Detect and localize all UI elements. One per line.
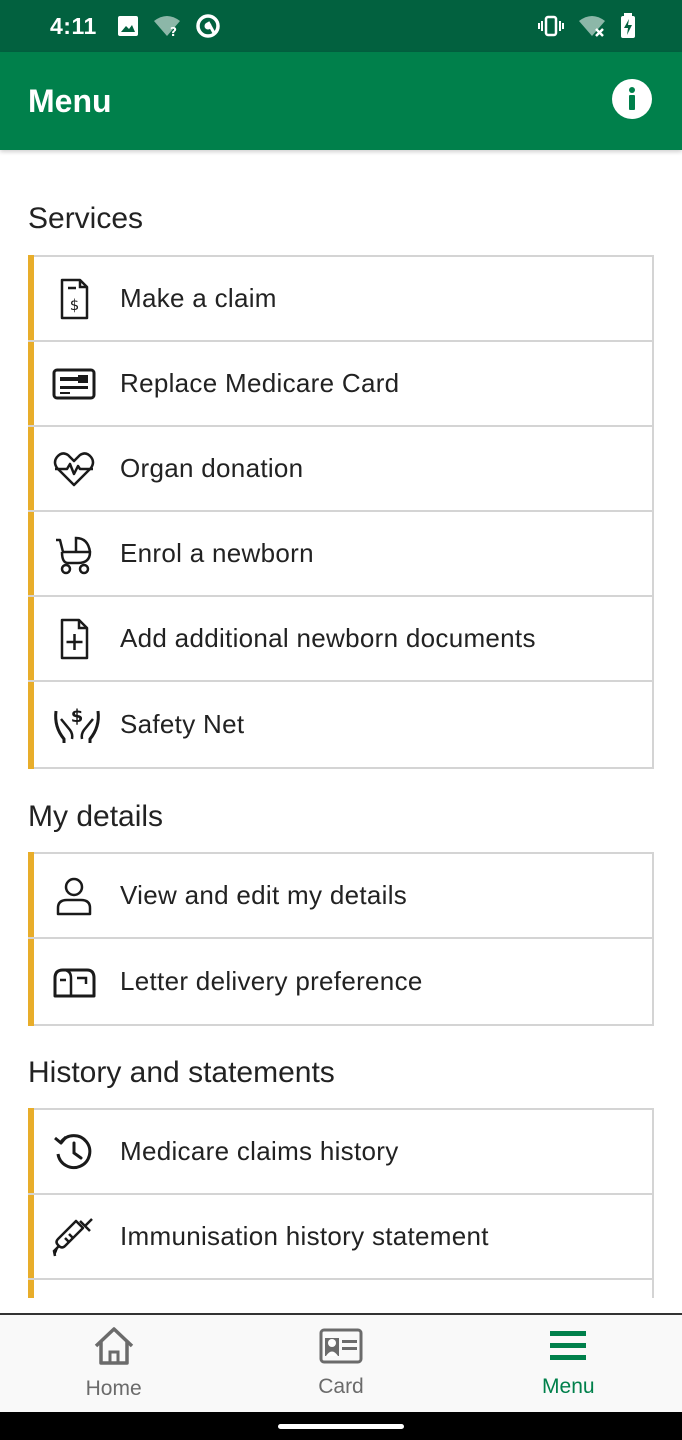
menu-item-organ-donation[interactable]: Organ donation <box>28 427 652 512</box>
menu-item-immunisation-history-statement[interactable]: Immunisation history statement <box>28 1195 652 1280</box>
nav-label-menu: Menu <box>542 1375 595 1398</box>
menu-item-label: Safety Net <box>120 709 245 739</box>
mailbox-icon <box>28 960 120 1004</box>
menu-item-label: Medicare claims history <box>120 1136 399 1166</box>
history-list: Medicare claims history Immunisation his… <box>28 1108 654 1298</box>
menu-item-partial[interactable] <box>28 1280 652 1298</box>
svg-text:$: $ <box>71 706 84 727</box>
menu-item-view-and-edit-my-details[interactable]: View and edit my details <box>28 854 652 939</box>
menu-item-letter-delivery-preference[interactable]: Letter delivery preference <box>28 939 652 1024</box>
status-time: 4:11 <box>50 12 97 39</box>
menu-item-enrol-a-newborn[interactable]: Enrol a newborn <box>28 512 652 597</box>
menu-item-label: View and edit my details <box>120 880 408 910</box>
battery-charging-icon <box>620 13 636 39</box>
system-navigation-bar <box>0 1412 682 1440</box>
status-left-icons: ? <box>117 13 221 39</box>
my-details-list: View and edit my details Letter delivery… <box>28 852 654 1026</box>
menu-item-medicare-claims-history[interactable]: Medicare claims history <box>28 1110 652 1195</box>
image-icon <box>117 15 139 37</box>
wifi-unknown-icon: ? <box>153 14 181 38</box>
person-icon <box>28 874 120 918</box>
menu-item-replace-medicare-card[interactable]: Replace Medicare Card <box>28 342 652 427</box>
vibrate-icon <box>538 15 564 37</box>
svg-text:?: ? <box>170 25 177 38</box>
medicare-card-icon <box>28 362 120 406</box>
hands-dollar-icon: $ <box>28 703 120 747</box>
nav-label-home: Home <box>85 1377 142 1400</box>
status-right-icons <box>538 13 636 39</box>
bottom-navigation: Home Card Menu <box>0 1313 682 1412</box>
svg-text:$: $ <box>70 296 80 314</box>
document-add-icon <box>28 617 120 661</box>
menu-item-label: Replace Medicare Card <box>120 368 400 398</box>
status-bar: 4:11 ? <box>0 0 682 52</box>
menu-item-label: Enrol a newborn <box>120 538 314 568</box>
menu-item-label: Add additional newborn documents <box>120 623 536 653</box>
section-title-history-and-statements: History and statements <box>28 1056 335 1089</box>
menu-item-label: Organ donation <box>120 453 304 483</box>
info-button[interactable] <box>610 78 654 125</box>
id-card-icon <box>319 1328 363 1369</box>
nav-home[interactable]: Home <box>0 1315 227 1412</box>
gesture-handle[interactable] <box>278 1424 404 1429</box>
menu-item-label: Letter delivery preference <box>120 966 423 996</box>
page-title: Menu <box>28 82 112 119</box>
history-icon <box>28 1130 120 1174</box>
syringe-icon <box>28 1215 120 1259</box>
section-title-services: Services <box>28 202 144 235</box>
claim-receipt-icon: $ <box>28 277 120 321</box>
menu-item-label: Immunisation history statement <box>120 1221 489 1251</box>
nav-label-card: Card <box>318 1375 364 1398</box>
menu-item-label: Make a claim <box>120 283 277 313</box>
nav-card[interactable]: Card <box>227 1315 454 1412</box>
menu-item-safety-net[interactable]: $ Safety Net <box>28 682 652 767</box>
services-list: $ Make a claim Replace Medicare Card Org… <box>28 255 654 769</box>
menu-item-add-additional-newborn-documents[interactable]: Add additional newborn documents <box>28 597 652 682</box>
data-saver-icon <box>195 13 221 39</box>
app-bar: Menu <box>0 52 682 150</box>
wifi-off-icon <box>578 14 606 38</box>
nav-menu[interactable]: Menu <box>455 1315 682 1412</box>
home-icon <box>93 1326 135 1371</box>
section-title-my-details: My details <box>28 800 164 833</box>
pram-icon <box>28 532 120 576</box>
menu-item-make-a-claim[interactable]: $ Make a claim <box>28 257 652 342</box>
menu-icon <box>548 1328 588 1369</box>
heart-pulse-icon <box>28 447 120 491</box>
info-icon <box>611 78 653 125</box>
menu-content[interactable]: Services $ Make a claim Replace Medicare… <box>0 150 682 1298</box>
